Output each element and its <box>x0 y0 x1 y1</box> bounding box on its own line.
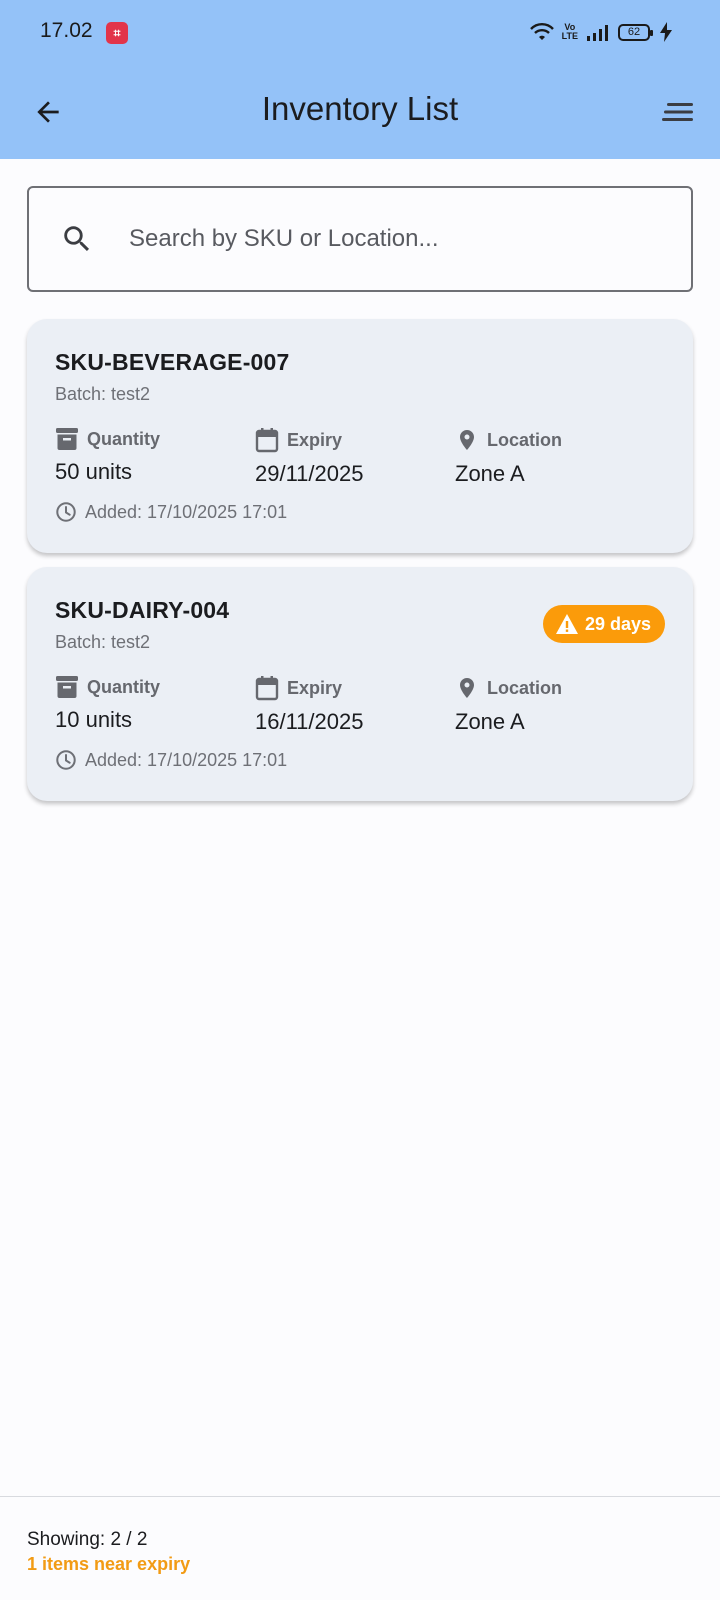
archive-icon <box>56 428 78 450</box>
archive-icon <box>56 676 78 698</box>
search-input[interactable] <box>129 225 691 253</box>
status-icons: Vo LTE 62 <box>529 20 672 44</box>
clock-icon <box>56 750 76 770</box>
location-label: Location <box>487 429 562 450</box>
volte-icon: Vo LTE <box>561 22 578 41</box>
search-field[interactable] <box>27 186 693 292</box>
quantity-value: 50 units <box>55 459 133 484</box>
calendar-icon <box>255 676 279 701</box>
location-field: Location Zone A <box>455 427 562 487</box>
expiry-value: 16/11/2025 <box>255 709 364 734</box>
sku-title: SKU-BEVERAGE-007 <box>55 349 290 375</box>
batch-label: Batch: test2 <box>55 384 151 404</box>
expiry-warning-badge: 29 days <box>542 605 665 643</box>
warning-icon <box>555 614 578 634</box>
screenshot-app-icon: ⌗ <box>106 22 128 44</box>
wifi-icon <box>529 23 554 40</box>
location-pin-icon <box>460 678 474 698</box>
quantity-field: Quantity 50 units <box>55 427 160 485</box>
expiry-label: Expiry <box>287 677 343 698</box>
quantity-value: 10 units <box>55 707 133 732</box>
quantity-label: Quantity <box>87 676 161 697</box>
calendar-icon <box>255 428 279 453</box>
expiry-field: Expiry 16/11/2025 <box>255 675 363 735</box>
clock-icon <box>56 502 76 522</box>
batch-label: Batch: test2 <box>55 632 151 652</box>
expiry-label: Expiry <box>287 429 343 450</box>
added-timestamp: Added: 17/10/2025 17:01 <box>55 501 287 523</box>
search-icon <box>64 226 90 252</box>
location-pin-icon <box>460 430 474 450</box>
expiry-field: Expiry 29/11/2025 <box>255 427 363 487</box>
status-time: 17.02 <box>40 19 93 42</box>
near-expiry-count: 1 items near expiry <box>27 1554 191 1574</box>
added-timestamp: Added: 17/10/2025 17:01 <box>55 749 287 771</box>
location-value: Zone A <box>455 709 525 734</box>
signal-icon <box>587 25 608 41</box>
location-value: Zone A <box>455 461 525 486</box>
expiry-value: 29/11/2025 <box>255 461 364 486</box>
added-text: Added: 17/10/2025 17:01 <box>85 749 288 770</box>
location-label: Location <box>487 677 562 698</box>
inventory-card[interactable]: SKU-BEVERAGE-007 Batch: test2 Quantity 5… <box>27 319 693 553</box>
app-bar: 17.02 ⌗ Vo LTE 62 Inventory List <box>0 0 720 159</box>
list-footer: Showing: 2 / 2 1 items near expiry <box>0 1496 720 1600</box>
sku-title: SKU-DAIRY-004 <box>55 597 230 623</box>
quantity-label: Quantity <box>87 428 161 449</box>
added-text: Added: 17/10/2025 17:01 <box>85 501 288 522</box>
inventory-card[interactable]: SKU-DAIRY-004 Batch: test2 29 days Quant… <box>27 567 693 801</box>
showing-count: Showing: 2 / 2 <box>27 1529 148 1550</box>
quantity-field: Quantity 10 units <box>55 675 160 733</box>
page-title: Inventory List <box>261 90 459 127</box>
badge-text: 29 days <box>584 613 651 634</box>
charging-icon <box>660 22 672 42</box>
sort-button[interactable] <box>654 88 702 136</box>
location-field: Location Zone A <box>455 675 562 735</box>
sort-icon <box>662 103 693 121</box>
battery-icon: 62 <box>618 23 653 41</box>
